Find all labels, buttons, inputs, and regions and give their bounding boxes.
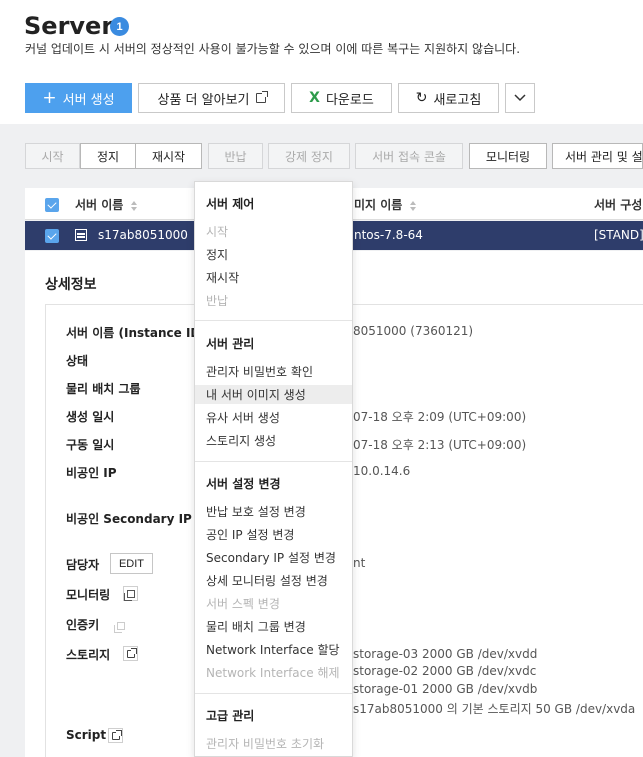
- value-started: 07-18 오후 2:13 (UTC+09:00): [353, 438, 527, 452]
- value-owner: nt: [353, 556, 366, 570]
- label-created: 생성 일시: [66, 410, 115, 424]
- server-icon: [75, 229, 87, 241]
- refresh-icon: ↻: [415, 90, 428, 106]
- column-server-name[interactable]: 서버 이름: [75, 196, 138, 213]
- monitoring-button[interactable]: 모니터링: [469, 143, 547, 169]
- return-button[interactable]: 반납: [208, 143, 263, 169]
- menu-item-assign-network-interface[interactable]: Network Interface 할당: [206, 641, 340, 658]
- menu-item-change-placement-group[interactable]: 물리 배치 그룹 변경: [206, 618, 306, 635]
- label-started: 구동 일시: [66, 438, 115, 452]
- value-private-ip: 10.0.14.6: [353, 464, 411, 478]
- menu-item-return[interactable]: 반납: [206, 292, 228, 309]
- force-stop-button[interactable]: 강제 정지: [268, 143, 350, 169]
- sort-icon: [131, 200, 138, 211]
- monitoring-copy-button[interactable]: [123, 586, 138, 601]
- restart-button[interactable]: 재시작: [135, 143, 202, 169]
- label-owner: 담당자: [66, 558, 100, 572]
- storage-item: storage-03 2000 GB /dev/xvdd: [353, 647, 538, 661]
- copy-icon: [113, 621, 125, 633]
- label-script: Script: [66, 728, 107, 742]
- menu-section-server-manage: 서버 관리: [206, 337, 255, 351]
- learn-more-button[interactable]: 상품 더 알아보기: [138, 83, 285, 113]
- refresh-button[interactable]: ↻ 새로고침: [398, 83, 499, 113]
- menu-section-server-control: 서버 제어: [206, 197, 255, 211]
- storage-item: s17ab8051000 의 기본 스토리지 50 GB /dev/xvda: [353, 702, 636, 716]
- menu-divider: [195, 320, 352, 321]
- menu-divider: [195, 461, 352, 462]
- owner-edit-button[interactable]: EDIT: [110, 553, 153, 574]
- label-storage: 스토리지: [66, 648, 111, 662]
- label-status: 상태: [66, 354, 89, 368]
- column-image-name[interactable]: 미지 이름: [354, 196, 417, 213]
- stop-button[interactable]: 정지: [80, 143, 136, 169]
- chevron-down-icon: [514, 94, 526, 102]
- auth-key-copy-button[interactable]: [113, 618, 128, 633]
- row-checkbox[interactable]: [45, 229, 59, 243]
- select-all-checkbox[interactable]: [45, 198, 59, 212]
- console-button[interactable]: 서버 접속 콘솔: [355, 143, 463, 169]
- row-server-spec: [STAND]: [594, 228, 643, 242]
- menu-item-create-server-image[interactable]: 내 서버 이미지 생성: [206, 386, 306, 403]
- details-title: 상세정보: [45, 277, 97, 293]
- menu-section-advanced: 고급 관리: [206, 709, 255, 723]
- start-button[interactable]: 시작: [25, 143, 80, 169]
- column-server-spec[interactable]: 서버 구성: [594, 196, 642, 213]
- menu-item-change-spec[interactable]: 서버 스펙 변경: [206, 595, 280, 612]
- menu-item-release-network-interface[interactable]: Network Interface 해제: [206, 664, 340, 681]
- label-monitoring: 모니터링: [66, 588, 111, 602]
- row-server-name: s17ab8051000: [98, 228, 188, 242]
- menu-item-restart[interactable]: 재시작: [206, 269, 239, 286]
- count-badge: 1: [110, 17, 129, 36]
- external-link-icon: [111, 729, 122, 740]
- label-private-ip: 비공인 IP: [66, 466, 117, 480]
- page-title: Server: [24, 12, 114, 40]
- excel-icon: X: [309, 90, 320, 106]
- page-subtitle: 커널 업데이트 시 서버의 정상적인 사용이 불가능할 수 있으며 이에 따른 …: [25, 42, 521, 56]
- download-button[interactable]: X 다운로드: [291, 83, 392, 113]
- label-secondary-ip: 비공인 Secondary IP: [66, 512, 192, 526]
- external-link-icon: [126, 647, 137, 658]
- menu-item-create-similar-server[interactable]: 유사 서버 생성: [206, 409, 280, 426]
- value-server-name: 8051000 (7360121): [353, 324, 474, 338]
- menu-item-public-ip-settings[interactable]: 공인 IP 설정 변경: [206, 526, 294, 543]
- script-link-button[interactable]: [108, 728, 123, 743]
- plus-icon: +: [42, 87, 57, 108]
- menu-item-check-admin-password[interactable]: 관리자 비밀번호 확인: [206, 363, 313, 380]
- menu-item-create-storage[interactable]: 스토리지 생성: [206, 432, 276, 449]
- menu-item-detailed-monitoring[interactable]: 상세 모니터링 설정 변경: [206, 572, 328, 589]
- external-link-icon: [255, 91, 268, 103]
- sort-icon: [410, 200, 417, 211]
- label-server-name: 서버 이름 (Instance ID): [66, 326, 206, 340]
- menu-item-reset-admin-password[interactable]: 관리자 비밀번호 초기화: [206, 735, 324, 752]
- row-image-name: ntos-7.8-64: [354, 228, 423, 242]
- create-server-button[interactable]: + 서버 생성: [25, 83, 132, 113]
- menu-item-stop[interactable]: 정지: [206, 246, 228, 263]
- server-manage-button[interactable]: 서버 관리 및 설: [552, 143, 643, 169]
- value-created: 07-18 오후 2:09 (UTC+09:00): [353, 410, 527, 424]
- label-placement-group: 물리 배치 그룹: [66, 382, 141, 396]
- storage-item: storage-01 2000 GB /dev/xvdb: [353, 682, 538, 696]
- more-dropdown-button[interactable]: [505, 83, 535, 113]
- menu-item-secondary-ip-settings[interactable]: Secondary IP 설정 변경: [206, 549, 336, 566]
- menu-section-server-settings: 서버 설정 변경: [206, 477, 281, 491]
- menu-divider: [195, 693, 352, 694]
- copy-icon: [123, 589, 135, 601]
- menu-item-start[interactable]: 시작: [206, 223, 228, 240]
- storage-link-button[interactable]: [123, 646, 138, 661]
- menu-item-return-protection[interactable]: 반납 보호 설정 변경: [206, 503, 306, 520]
- storage-item: storage-02 2000 GB /dev/xvdc: [353, 664, 537, 678]
- label-auth-key: 인증키: [66, 618, 100, 632]
